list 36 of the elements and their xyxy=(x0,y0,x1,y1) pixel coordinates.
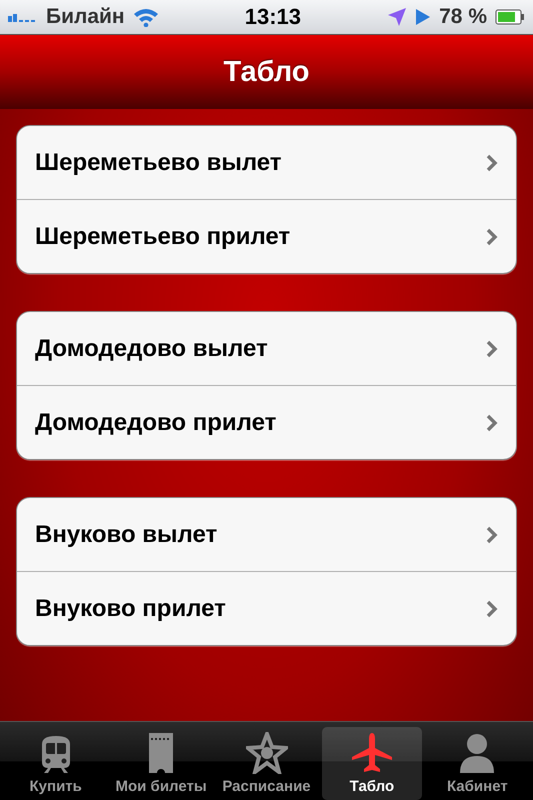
battery-percent: 78 % xyxy=(439,5,487,29)
person-icon xyxy=(459,732,496,774)
play-icon xyxy=(415,8,432,26)
screen-title: Табло xyxy=(223,56,310,88)
row-label: Домодедово вылет xyxy=(35,334,268,362)
signal-icon xyxy=(8,12,38,22)
airplane-icon xyxy=(350,732,393,774)
ticket-icon xyxy=(148,732,174,774)
star-icon xyxy=(246,732,288,774)
menu-row[interactable]: Домодедово прилет xyxy=(17,385,516,459)
battery-icon xyxy=(495,9,525,25)
menu-row[interactable]: Внуково прилет xyxy=(17,571,516,645)
chevron-icon xyxy=(486,228,498,246)
chevron-icon xyxy=(486,414,498,432)
menu-row[interactable]: Шереметьево вылет xyxy=(17,126,516,199)
chevron-icon xyxy=(486,526,498,544)
row-label: Внуково вылет xyxy=(35,520,218,548)
row-label: Шереметьево прилет xyxy=(35,222,290,250)
tab[interactable]: Кабинет xyxy=(428,727,528,800)
tab[interactable]: Расписание xyxy=(216,727,316,800)
row-label: Домодедово прилет xyxy=(35,408,276,436)
clock-time: 13:13 xyxy=(244,4,302,30)
menu-row[interactable]: Шереметьево прилет xyxy=(17,199,516,273)
tab[interactable]: Мои билеты xyxy=(111,727,211,800)
tab[interactable]: Купить xyxy=(6,727,106,800)
tab[interactable]: Табло xyxy=(322,727,422,800)
chevron-icon xyxy=(486,600,498,618)
menu-row[interactable]: Домодедово вылет xyxy=(17,312,516,385)
location-arrow-icon xyxy=(387,7,408,27)
carrier-name: Билайн xyxy=(46,5,125,29)
wifi-icon xyxy=(132,7,159,27)
chevron-icon xyxy=(486,154,498,172)
menu-row[interactable]: Внуково вылет xyxy=(17,498,516,571)
chevron-icon xyxy=(486,340,498,358)
row-label: Шереметьево вылет xyxy=(35,148,282,176)
row-label: Внуково прилет xyxy=(35,594,226,622)
